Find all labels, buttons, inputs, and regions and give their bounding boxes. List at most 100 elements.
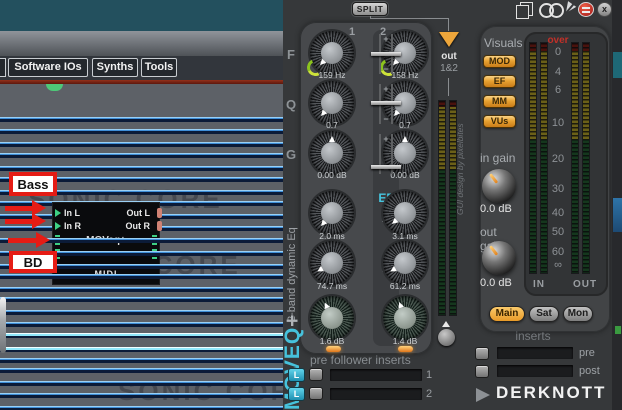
- in-gain-knob[interactable]: [482, 169, 516, 203]
- freq-knob-band2[interactable]: [383, 31, 427, 75]
- input-port-icon[interactable]: [55, 209, 61, 217]
- minimize-icon[interactable]: [578, 2, 594, 17]
- post-insert-bypass[interactable]: [475, 365, 489, 378]
- gain-knob-band1[interactable]: [310, 131, 354, 175]
- link-button-1[interactable]: L: [288, 368, 305, 382]
- cable-stripe: [0, 393, 283, 398]
- insert-slot-1[interactable]: [330, 369, 422, 381]
- scrollbar-thumb[interactable]: [0, 297, 6, 353]
- out-gain-knob[interactable]: [482, 241, 516, 275]
- annotation-bd-label: BD: [9, 251, 57, 273]
- insert-number-1: 1: [426, 369, 432, 381]
- desktop-sliver: [615, 326, 621, 334]
- tab-tools[interactable]: Tools: [141, 58, 177, 77]
- daw-header-gradient: [0, 31, 283, 56]
- row-label-f: F: [284, 47, 298, 62]
- annotation-arrow-head: [32, 213, 46, 229]
- cable-stripe: [0, 142, 283, 147]
- post-insert-slot[interactable]: [497, 365, 573, 377]
- out-channels: 1&2: [429, 63, 469, 74]
- link-circles-icon[interactable]: [539, 2, 563, 18]
- annotation-arrow: [8, 238, 36, 243]
- q-knob-band2[interactable]: [383, 81, 427, 125]
- port-label-in-r: In R: [64, 220, 81, 233]
- cable-stripe: [0, 310, 283, 315]
- follower-led[interactable]: [398, 346, 413, 352]
- scale-40: 40: [538, 207, 578, 219]
- insert-number-2: 2: [426, 388, 432, 400]
- split-button[interactable]: SPLIT: [352, 2, 388, 16]
- output-port-icon[interactable]: [157, 208, 162, 218]
- attack-knob-band2[interactable]: [383, 191, 427, 235]
- scale-20: 20: [538, 153, 578, 165]
- copy-icon[interactable]: [516, 2, 533, 18]
- vus-button[interactable]: VUs: [483, 115, 516, 128]
- cable-stripe: [0, 333, 283, 338]
- daw-header: [0, 0, 283, 31]
- output-port-icon[interactable]: [157, 221, 162, 231]
- inserts-title: inserts: [498, 329, 568, 343]
- connector-line: [448, 18, 449, 31]
- scale-30: 30: [538, 183, 578, 195]
- sat-button[interactable]: Sat: [529, 306, 559, 322]
- tab-software-ios[interactable]: Software IOs: [8, 58, 88, 77]
- tab-synths[interactable]: Synths: [92, 58, 138, 77]
- tab-partial[interactable]: [0, 58, 6, 77]
- pre-insert-slot[interactable]: [497, 347, 573, 359]
- desktop-sliver: [613, 52, 622, 78]
- cable-stripe: [0, 347, 283, 352]
- follower-meter-right: [449, 100, 457, 316]
- pre-insert-bypass[interactable]: [475, 347, 489, 360]
- scale-50: 50: [538, 226, 578, 238]
- release-knob-band1[interactable]: [310, 241, 354, 285]
- insert-bypass-2[interactable]: [309, 387, 323, 400]
- scale-10: 10: [538, 117, 578, 129]
- cable-stripe: [0, 117, 283, 122]
- release-knob-band2[interactable]: [383, 241, 427, 285]
- scale-60: 60: [538, 246, 578, 258]
- annotation-arrow-head: [36, 232, 50, 248]
- cable-stripe: [0, 368, 283, 373]
- cable-stripe: [0, 297, 283, 302]
- meter-in-label: IN: [533, 279, 545, 290]
- q-knob-band1[interactable]: [310, 81, 354, 125]
- ef-gain-knob-band1[interactable]: [310, 296, 354, 340]
- derknott-triangle-icon: [476, 388, 490, 402]
- annotation-bass-label: Bass: [9, 172, 57, 196]
- in-gain-label: in gain: [480, 151, 520, 165]
- scale-6: 6: [538, 84, 578, 96]
- connector-line: [448, 78, 449, 96]
- ef-gain-knob-band2[interactable]: [383, 296, 427, 340]
- link-button-2[interactable]: L: [288, 387, 305, 401]
- mon-button[interactable]: Mon: [563, 306, 593, 322]
- close-icon[interactable]: x: [597, 2, 612, 17]
- in-gain-value: 0.0 dB: [480, 203, 520, 215]
- insert-slot-2[interactable]: [330, 388, 422, 400]
- freq-knob-band1[interactable]: [310, 31, 354, 75]
- meter-mode-knob[interactable]: [438, 329, 455, 346]
- pin-off-icon[interactable]: [563, 2, 576, 18]
- separator-line: [0, 80, 283, 84]
- mm-button[interactable]: MM: [483, 95, 516, 108]
- port-label-out-l: Out L: [127, 207, 151, 220]
- small-knob-pointer: [442, 321, 450, 327]
- row-label-q: Q: [284, 97, 298, 112]
- cable-stripe: [0, 287, 283, 292]
- attack-knob-band1[interactable]: [310, 191, 354, 235]
- main-button[interactable]: Main: [489, 306, 525, 322]
- port-label-in-l: In L: [64, 207, 80, 220]
- input-port-icon[interactable]: [55, 222, 61, 230]
- out-arrow-icon: [439, 32, 459, 47]
- visuals-title: Visuals: [484, 36, 522, 50]
- insert-bypass-1[interactable]: [309, 368, 323, 381]
- ef-button[interactable]: EF: [483, 75, 516, 88]
- cable-stripe: [0, 274, 283, 279]
- mod-button[interactable]: MOD: [483, 55, 516, 68]
- moveq-module-box[interactable]: In L Out L In R Out R MOVeq+ MIDI: [52, 202, 160, 285]
- follower-led[interactable]: [326, 346, 341, 352]
- plugin-logo-plus: +: [281, 314, 304, 327]
- module-row-in-r: In R Out R: [53, 220, 159, 233]
- midi-port-icon[interactable]: [46, 84, 63, 91]
- gain-knob-band2[interactable]: [383, 131, 427, 175]
- desktop-sliver: [613, 198, 622, 232]
